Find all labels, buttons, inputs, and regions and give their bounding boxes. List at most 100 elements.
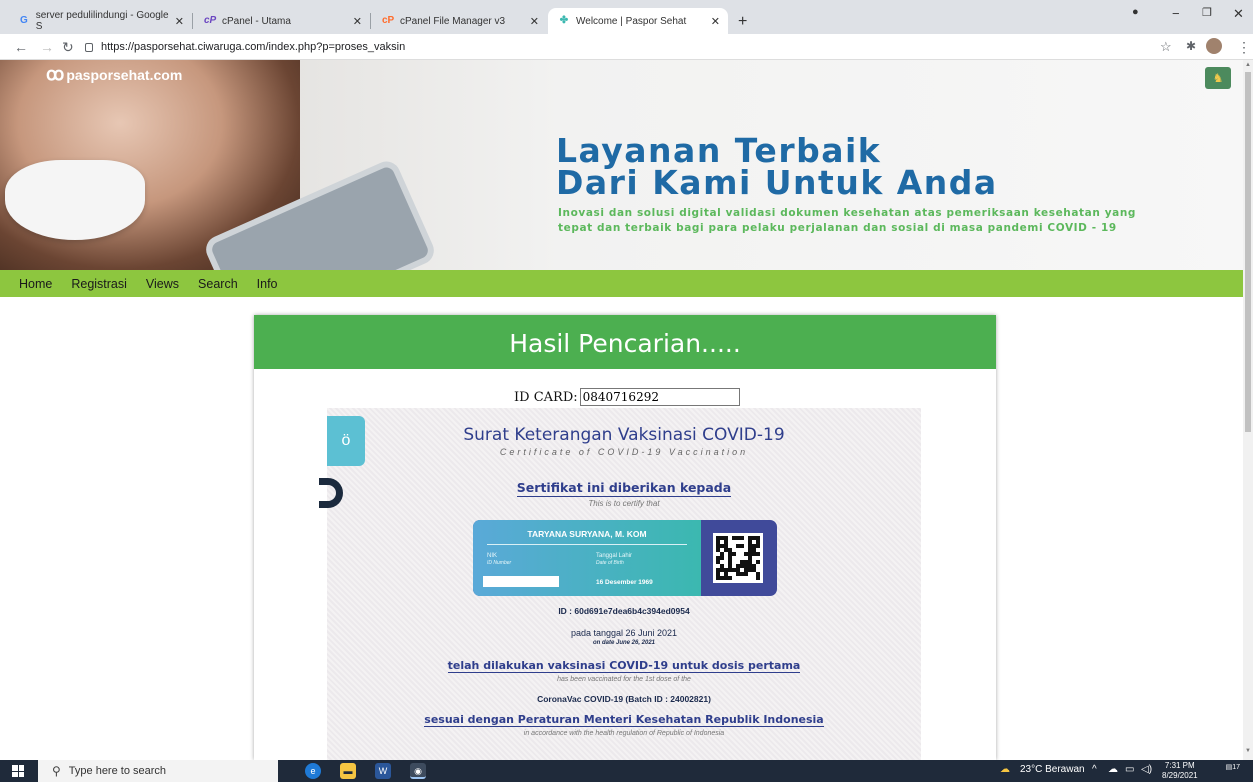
cpanel-icon: cP xyxy=(382,15,395,26)
notification-icon[interactable]: ▤17 xyxy=(1222,763,1240,779)
regulation-text: sesuai dengan Peraturan Menteri Kesehata… xyxy=(424,713,824,727)
result-heading: Hasil Pencarian..... xyxy=(254,315,996,369)
nik-label: NIK xyxy=(487,553,498,559)
google-icon: G xyxy=(19,15,28,26)
main-menu: Home Registrasi Views Search Info xyxy=(0,270,1243,297)
network-icon[interactable]: ▭ xyxy=(1125,764,1134,775)
holder-name: TARYANA SURYANA, M. KOM xyxy=(527,529,647,539)
clock[interactable]: 7:31 PM 8/29/2021 xyxy=(1162,761,1198,781)
tab-label: cPanel File Manager v3 xyxy=(400,15,506,27)
scrollbar-thumb[interactable] xyxy=(1245,72,1251,432)
nik-label-en: ID Number xyxy=(487,560,512,566)
menu-registrasi[interactable]: Registrasi xyxy=(71,277,127,291)
bookmark-star-icon[interactable]: ☆ xyxy=(1160,39,1172,55)
edge-icon[interactable]: e xyxy=(305,763,321,779)
close-icon[interactable]: ✕ xyxy=(353,15,362,28)
profile-icon[interactable]: ● xyxy=(1132,6,1139,18)
word-icon[interactable]: W xyxy=(375,763,391,779)
minimize-icon[interactable]: − xyxy=(1172,6,1180,21)
nik-label-block: NIK ID Number xyxy=(487,553,511,567)
back-icon[interactable]: ← xyxy=(14,39,28,55)
nik-redacted xyxy=(483,576,559,587)
extensions-icon[interactable]: ✱ xyxy=(1186,39,1196,53)
tab-paspor-sehat[interactable]: ✤ Welcome | Paspor Sehat ✕ xyxy=(548,8,728,34)
regulation-statement-en: in accordance with the health regulation… xyxy=(523,730,725,737)
browser-tab-strip: G server pedulilindungi - Google S ✕ cP … xyxy=(0,0,1253,34)
certificate-title: Surat Keterangan Vaksinasi COVID-19 xyxy=(463,425,785,445)
menu-info[interactable]: Info xyxy=(257,277,278,291)
tab-label: Welcome | Paspor Sehat xyxy=(576,15,687,27)
clock-date: 8/29/2021 xyxy=(1162,771,1198,780)
search-icon: ⚲ xyxy=(52,764,61,778)
chrome-icon[interactable]: ◉ xyxy=(410,763,426,779)
id-card-input[interactable] xyxy=(579,388,740,406)
banner-title: Layanan Terbaik Dari Kami Untuk Anda xyxy=(556,134,998,199)
card-divider xyxy=(487,544,687,545)
taskbar-search[interactable]: ⚲ Type here to search xyxy=(38,760,278,782)
tab-cpanel-file-manager[interactable]: cP cPanel File Manager v3 ✕ xyxy=(372,8,547,34)
weather-text[interactable]: 23°C Berawan xyxy=(1020,764,1085,775)
address-bar-row: ← → ↻ https://pasporsehat.ciwaruga.com/i… xyxy=(0,34,1253,60)
clock-time: 7:31 PM xyxy=(1164,761,1195,770)
given-to: Sertifikat ini diberikan kepada xyxy=(327,480,921,497)
qr-module xyxy=(756,576,760,580)
onedrive-icon[interactable]: ☁ xyxy=(1108,764,1118,775)
vaccination-date: pada tanggal 26 Juni 2021 xyxy=(570,628,678,638)
new-tab-icon[interactable]: + xyxy=(738,13,747,31)
tab-separator xyxy=(370,13,371,29)
hero-image-mask xyxy=(5,160,145,240)
dob-label: Tanggal Lahir xyxy=(596,553,633,559)
dob-value: 16 Desember 1969 xyxy=(596,579,653,586)
file-explorer-icon[interactable]: ▬ xyxy=(340,763,356,779)
vaccine-name: CoronaVac COVID-19 (Batch ID : 24002821) xyxy=(537,694,711,704)
restore-icon[interactable]: ❐ xyxy=(1202,6,1212,19)
scroll-up-icon[interactable]: ▲ xyxy=(1245,62,1251,68)
vaccinated-statement-en: has been vaccinated for the 1st dose of … xyxy=(557,676,691,683)
logo-icon: ꝏ xyxy=(46,64,65,84)
avatar[interactable] xyxy=(1206,38,1222,54)
menu-home[interactable]: Home xyxy=(19,277,52,291)
vaccination-certificate: ö Surat Keterangan Vaksinasi COVID-19 Ce… xyxy=(319,408,921,760)
menu-views[interactable]: Views xyxy=(146,277,179,291)
weather-icon[interactable]: ☁ xyxy=(1000,764,1010,775)
user-avatar-icon[interactable]: ♞ xyxy=(1205,67,1231,89)
dob-label-en: Date of Birth xyxy=(596,560,624,566)
given-to-en: This is to certify that xyxy=(588,499,660,508)
notification-count: 17 xyxy=(1232,764,1240,771)
close-icon[interactable]: ✕ xyxy=(711,15,720,28)
tab-label: cPanel - Utama xyxy=(222,15,291,27)
reload-icon[interactable]: ↻ xyxy=(62,39,74,56)
window-close-icon[interactable]: ✕ xyxy=(1233,6,1244,22)
id-card-row: ID CARD: xyxy=(514,388,740,406)
given-to-text: Sertifikat ini diberikan kepada xyxy=(516,480,732,497)
qr-code-icon xyxy=(713,533,763,583)
tray-chevron-icon[interactable]: ^ xyxy=(1092,764,1097,775)
identity-card-left: TARYANA SURYANA, M. KOM NIK ID Number Ta… xyxy=(473,520,701,596)
identity-card: TARYANA SURYANA, M. KOM NIK ID Number Ta… xyxy=(473,520,777,596)
close-icon[interactable]: ✕ xyxy=(530,15,539,28)
dob-label-block: Tanggal Lahir Date of Birth xyxy=(596,553,632,567)
scroll-down-icon[interactable]: ▼ xyxy=(1245,748,1251,754)
lock-icon xyxy=(85,42,93,52)
search-result-panel: Hasil Pencarian..... ID CARD: ö Surat Ke… xyxy=(254,315,996,760)
windows-taskbar: ⚲ Type here to search e ▬ W ◉ ☁ 23°C Ber… xyxy=(0,760,1253,782)
certificate-id: ID : 60d691e7dea6b4c394ed0954 xyxy=(558,606,690,616)
site-logo[interactable]: ꝏ pasporsehat.com xyxy=(46,64,182,85)
regulation-statement: sesuai dengan Peraturan Menteri Kesehata… xyxy=(327,713,921,727)
menu-dots-icon[interactable]: ⋮ xyxy=(1237,39,1251,56)
menu-search[interactable]: Search xyxy=(198,277,238,291)
paspor-sehat-icon: ✤ xyxy=(559,15,569,26)
tab-cpanel-utama[interactable]: cP cPanel - Utama ✕ xyxy=(194,8,370,34)
taskbar-search-placeholder: Type here to search xyxy=(68,765,167,777)
banner-subtitle: Inovasi dan solusi digital validasi doku… xyxy=(558,207,1137,234)
hero-banner: ꝏ pasporsehat.com Layanan Terbaik Dari K… xyxy=(0,60,1243,270)
page-scrollbar[interactable]: ▲ ▼ xyxy=(1243,60,1253,760)
close-icon[interactable]: ✕ xyxy=(175,15,184,28)
tab-label: server pedulilindungi - Google S xyxy=(35,10,169,32)
url-field[interactable]: https://pasporsehat.ciwaruga.com/index.p… xyxy=(85,38,405,56)
tab-google-search[interactable]: G server pedulilindungi - Google S ✕ xyxy=(8,8,192,34)
vaccination-date-en: on date June 26, 2021 xyxy=(592,640,656,646)
forward-icon[interactable]: → xyxy=(40,39,54,55)
volume-icon[interactable]: ◁) xyxy=(1141,764,1152,775)
windows-start-icon[interactable] xyxy=(12,765,24,777)
